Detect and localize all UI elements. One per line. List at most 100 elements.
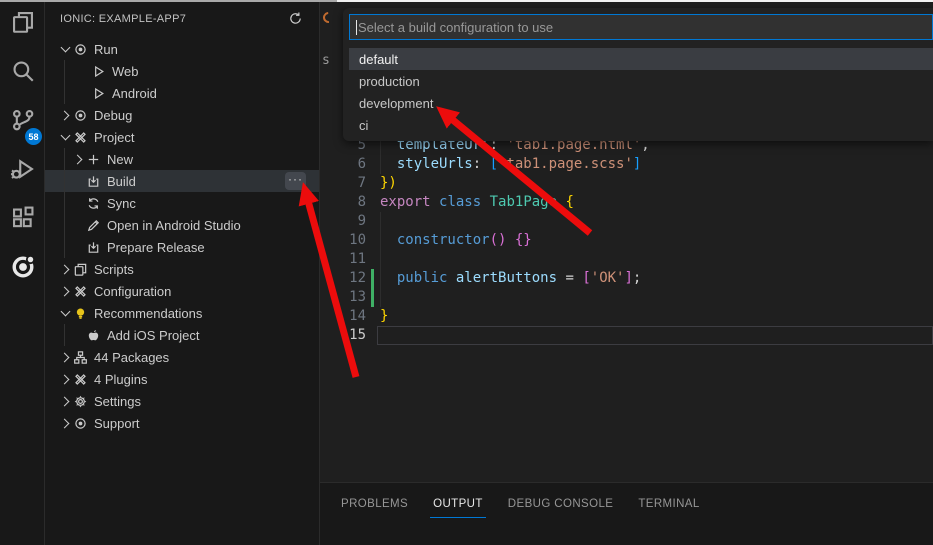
tree-item-open-in-android-studio[interactable]: Open in Android Studio [45,214,319,236]
tree-item-build[interactable]: Build ··· [45,170,319,192]
run-debug-icon [10,156,36,187]
tree-item-support[interactable]: Support [45,412,319,434]
activity-item-files[interactable] [0,0,45,49]
line-number: 6 [320,155,366,174]
files-icon [10,9,36,40]
chevron-down-icon [57,129,73,145]
quickpick-option-default[interactable]: default [349,48,933,70]
code-line-9: 9 [320,212,933,231]
plus-icon [86,151,105,167]
panel-tab-output[interactable]: OUTPUT [433,498,483,518]
line-content: } [380,307,388,326]
ionic-tree: Run Web Android Debug Project New Build ··· Sync… [45,38,319,434]
window-top-edge-left [0,0,337,2]
tree-item-label: Settings [94,394,141,409]
panel-tab-terminal[interactable]: TERMINAL [638,498,699,518]
editor-fragment-arc [321,10,336,25]
tree-item-scripts[interactable]: Scripts [45,258,319,280]
tree-item-label: Run [94,42,118,57]
line-content: export class Tab1Page { [380,193,574,212]
activity-bar: 58 [0,0,45,545]
chevron-right-icon [57,349,73,365]
chevron-right-icon [57,393,73,409]
tree-item-label: Debug [94,108,132,123]
code-line-11: 11 [320,250,933,269]
tree-item-prepare-release[interactable]: Prepare Release [45,236,319,258]
bottom-panel: PROBLEMS OUTPUT DEBUG CONSOLE TERMINAL [320,482,933,545]
activity-item-ionic[interactable] [0,245,45,294]
quickpick-option-development[interactable]: development [349,92,933,114]
code-line-6: 6 styleUrls: ['tab1.page.scss'] [320,155,933,174]
tree-item-label: Configuration [94,284,171,299]
quickpick-placeholder: Select a build configuration to use [358,20,553,35]
sidebar-header: IONIC: EXAMPLE-APP7 [45,0,319,35]
tree-item-android[interactable]: Android [45,82,319,104]
chevron-right-icon [57,415,73,431]
activity-item-source-control[interactable]: 58 [0,98,45,147]
tree-item-recommendations[interactable]: Recommendations [45,302,319,324]
pencil-icon [86,217,105,233]
quickpick-option-production[interactable]: production [349,70,933,92]
tree-item-sync[interactable]: Sync [45,192,319,214]
tree-item-add-ios-project[interactable]: Add iOS Project [45,324,319,346]
tree-item-run[interactable]: Run [45,38,319,60]
chevron-right-icon [57,261,73,277]
line-number: 15 [320,326,366,345]
tree-item-debug[interactable]: Debug [45,104,319,126]
tree-item-configuration[interactable]: Configuration [45,280,319,302]
editor-fragment-text: s [322,53,330,68]
play-icon [91,63,110,79]
chevron-down-icon [57,305,73,321]
tree-item-label: Open in Android Studio [107,218,241,233]
tree-item-4-plugins[interactable]: 4 Plugins [45,368,319,390]
quickpick-dropdown: Select a build configuration to use defa… [343,8,933,141]
extensions-icon [10,205,36,236]
tools-icon [73,283,92,299]
tree-item-label: Build [107,174,136,189]
line-content: }) [380,174,397,193]
tree-item-label: Scripts [94,262,134,277]
download-icon [86,239,105,255]
tree-item-label: Android [112,86,157,101]
more-actions-button[interactable]: ··· [285,172,306,190]
tree-item-web[interactable]: Web [45,60,319,82]
download-icon [86,173,105,189]
tree-item-label: New [107,152,133,167]
panel-tab-problems[interactable]: PROBLEMS [341,498,408,518]
line-number: 12 [320,269,366,288]
line-number: 14 [320,307,366,326]
line-content: constructor() {} [380,231,532,250]
code-line-8: 8 export class Tab1Page { [320,193,933,212]
quickpick-option-ci[interactable]: ci [349,114,933,136]
tree-item-label: Support [94,416,140,431]
panel-tabs: PROBLEMS OUTPUT DEBUG CONSOLE TERMINAL [341,483,933,518]
ionic-icon [10,254,36,285]
line-number: 9 [320,212,366,231]
activity-item-run-debug[interactable] [0,147,45,196]
play-icon [91,85,110,101]
activity-item-search[interactable] [0,49,45,98]
line-number: 8 [320,193,366,212]
line-number: 13 [320,288,366,307]
line-content: public alertButtons = ['OK']; [380,269,641,288]
bulb-icon [73,305,92,321]
tree-item-new[interactable]: New [45,148,319,170]
target-icon [73,415,92,431]
line-number: 7 [320,174,366,193]
panel-tab-debug-console[interactable]: DEBUG CONSOLE [508,498,614,518]
vscode-window: 58 IONIC: EXAMPLE-APP7 Run Web Android Debu… [0,0,933,545]
tree-item-label: Web [112,64,139,79]
code-editor[interactable]: s 5 templateUrl: 'tab1.page.html',6 styl… [320,0,933,482]
tree-item-project[interactable]: Project [45,126,319,148]
window-top-edge-right [337,0,933,2]
code-line-14: 14} [320,307,933,326]
quickpick-input[interactable]: Select a build configuration to use [349,14,933,40]
code-line-15: 15 [320,326,933,345]
tools-icon [73,129,92,145]
refresh-icon[interactable] [286,9,304,27]
tree-item-label: Sync [107,196,136,211]
tree-item-settings[interactable]: Settings [45,390,319,412]
packages-icon [73,349,92,365]
tree-item-44-packages[interactable]: 44 Packages [45,346,319,368]
activity-item-extensions[interactable] [0,196,45,245]
